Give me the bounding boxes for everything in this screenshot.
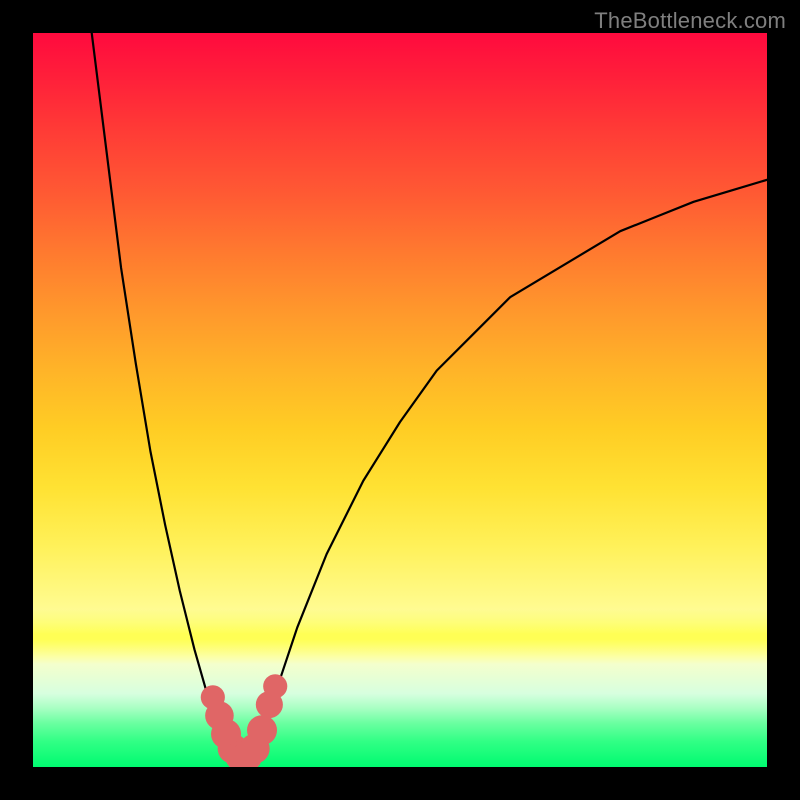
marker-cluster <box>201 674 288 767</box>
marker-dot <box>247 715 277 745</box>
curve-layer <box>33 33 767 767</box>
watermark-text: TheBottleneck.com <box>594 8 786 34</box>
chart-frame: TheBottleneck.com <box>0 0 800 800</box>
marker-dot <box>263 674 287 698</box>
curve-right-branch <box>253 180 767 753</box>
bottleneck-curve <box>92 33 767 756</box>
plot-area <box>33 33 767 767</box>
curve-left-branch <box>92 33 231 752</box>
